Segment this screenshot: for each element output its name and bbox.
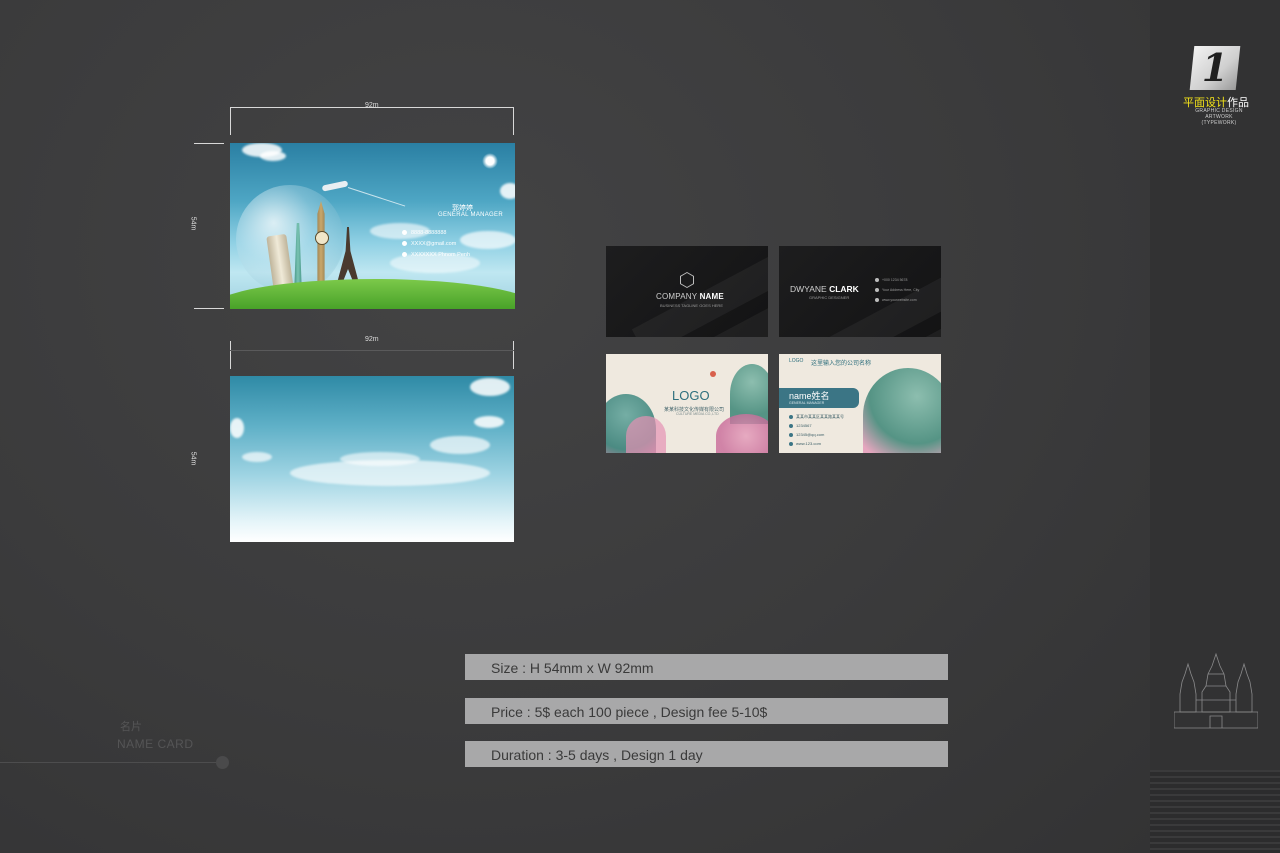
red-sun [710,371,716,377]
dimension-tick [194,308,224,309]
sun [482,153,498,169]
company-name: COMPANY NAME [656,292,724,301]
caption-english: NAME CARD [117,737,194,751]
cloud [460,231,515,249]
duration-info-bar: Duration : 3-5 days , Design 1 day [465,741,948,767]
person-first-name: DWYANE [790,284,827,294]
cloud [470,378,510,396]
phone-icon [875,278,879,283]
dimension-tick [513,107,514,135]
dark-card-front: COMPANY NAME BUSINESS TAGLINE GOES HERE [606,246,768,337]
cloud [230,418,244,438]
dimension-tick [513,341,514,369]
ink-address-row: 某某市某某区某某路某某号 [789,414,844,420]
contact-web-text: www.yourwebsite.com [882,298,917,302]
contact-web: www.yourwebsite.com [875,298,917,303]
email-icon [402,241,407,247]
dimension-line-mid [230,350,514,351]
cloud [260,151,286,161]
company-name-light: COMPANY [656,292,698,301]
person-name: DWYANE CLARK [790,284,859,294]
ink-web-row: www.123.com [789,441,821,446]
airplane [321,180,349,192]
ink-logo: LOGO [672,388,710,403]
card-address: XXXXXXX Phnom Penh [411,252,471,258]
ink-phone-row: 1234567 [789,423,812,428]
phone-icon [789,423,793,428]
ink-phone: 1234567 [796,423,812,428]
ink-card-front: LOGO 某某科技文化传媒有限公司 CULTURE MEDIA CO.,LTD [606,354,768,453]
cloud [242,452,272,462]
temple-icon [1174,652,1258,729]
cloud [430,436,490,454]
dimension-tick [230,341,231,369]
cloud [500,183,515,199]
location-icon [789,414,793,419]
card-person-title: GENERAL MANAGER [438,212,503,218]
price-info-bar: Price : 5$ each 100 piece , Design fee 5… [465,698,948,724]
person-last-name: CLARK [829,284,859,294]
duration-info: Duration : 3-5 days , Design 1 day [491,747,703,763]
card-phone: 8888-8888888 [411,230,447,236]
home-icon [875,288,879,293]
mountain [863,368,941,453]
card-address-row: XXXXXXX Phnom Penh [402,252,470,258]
sidebar-stripes [1150,770,1280,853]
height-label: 54m [189,451,197,466]
plane-trail [347,187,406,207]
contact-phone: +000 1234 5678 [875,278,908,283]
flower-cluster [716,414,768,453]
card-email: XXXX@gmail.com [411,241,457,247]
contact-address: Your Address Here, City [875,288,920,293]
caption-chinese: 名片 [120,721,142,733]
brand-logo-number: 1 [1201,45,1229,90]
phone-icon [402,230,407,236]
email-icon [789,432,793,437]
location-icon [402,252,407,258]
ink-address: 某某市某某区某某路某某号 [796,414,844,419]
caption-dot [216,756,229,769]
card-email-row: XXXX@gmail.com [402,241,456,247]
cloud [340,452,420,466]
flower-cluster [626,416,666,453]
dark-card-back: DWYANE CLARK GRAPHIC DESIGNER +000 1234 … [779,246,941,337]
ink-card-back: LOGO 这里输入您的公司名称 name姓名 GENERAL MANAGER 某… [779,354,941,453]
height-label: 54m [189,216,197,231]
price-info: Price : 5$ each 100 piece , Design fee 5… [491,704,768,720]
width-label: 92m [365,102,379,109]
ink-back-logo: LOGO [789,358,804,364]
ink-web: www.123.com [796,441,821,446]
cloud [474,416,504,428]
card-phone-row: 8888-8888888 [402,230,446,236]
company-name-bold: NAME [699,292,724,301]
clock-face [315,231,329,245]
size-info: Size : H 54mm x W 92mm [491,660,654,676]
caption-line [0,762,222,763]
brand-subtitle-line2: (TYPEWORK) [1201,120,1237,126]
dimension-tick [230,107,231,135]
brand-logo-subtitle: GRAPHIC DESIGN ARTWORK (TYPEWORK) [1184,108,1254,126]
ink-back-company: 这里输入您的公司名称 [811,361,872,367]
travel-card-front: 郭婷婷 GENERAL MANAGER 8888-8888888 XXXX@gm… [230,143,515,309]
size-info-bar: Size : H 54mm x W 92mm [465,654,948,680]
width-label: 92m [365,336,379,343]
globe-icon [875,298,879,303]
company-tagline: BUSINESS TAGLINE GOES HERE [660,303,723,308]
dimension-tick [194,143,224,144]
ink-email: 12345@qq.com [796,432,825,437]
brand-subtitle-line1: GRAPHIC DESIGN ARTWORK [1195,108,1243,120]
travel-card-back [230,376,514,542]
ink-person-role: GENERAL MANAGER [789,401,825,405]
person-role: GRAPHIC DESIGNER [809,295,850,300]
ink-company-en: CULTURE MEDIA CO.,LTD [676,412,719,416]
canvas-background [0,0,1150,853]
contact-phone-text: +000 1234 5678 [882,278,908,282]
contact-address-text: Your Address Here, City [882,288,920,292]
globe-icon [789,441,793,446]
ink-email-row: 12345@qq.com [789,432,824,437]
